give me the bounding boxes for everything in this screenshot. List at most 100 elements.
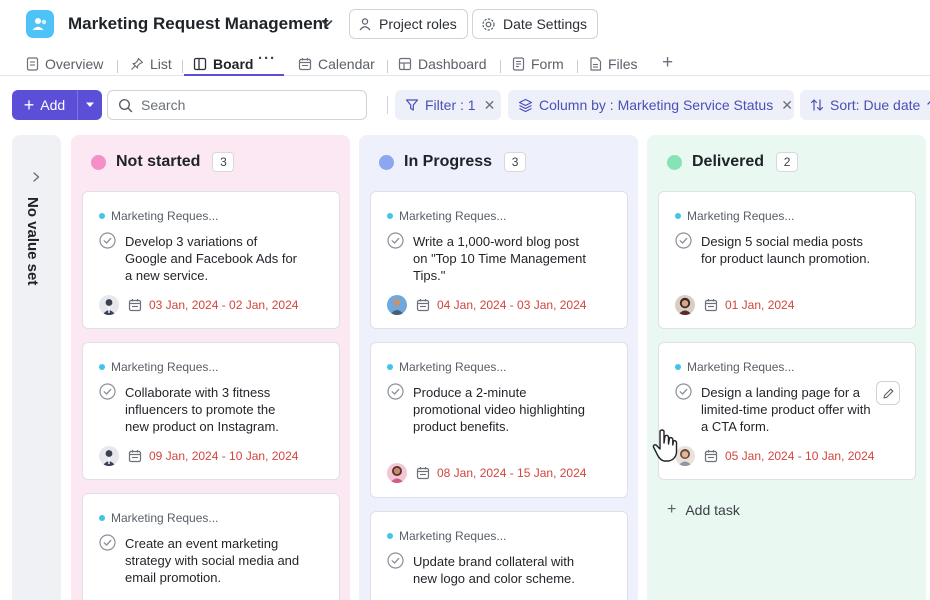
column-header: Delivered 2: [667, 152, 799, 172]
task-card[interactable]: Marketing Reques... Design 5 social medi…: [658, 191, 916, 329]
sort-chip[interactable]: Sort: Due date: [800, 90, 930, 120]
search-box[interactable]: [107, 90, 367, 120]
filter-chip[interactable]: Filter : 1 ✕: [395, 90, 501, 120]
date-settings-button[interactable]: Date Settings: [472, 9, 599, 39]
task-card[interactable]: Marketing Reques... Update brand collate…: [370, 511, 628, 600]
task-card[interactable]: Marketing Reques... Develop 3 variations…: [82, 191, 340, 329]
check-circle-icon[interactable]: [387, 232, 404, 249]
tab-overview[interactable]: Overview: [26, 51, 103, 76]
card-title: Design 5 social media posts for product …: [701, 234, 871, 266]
calendar-icon: [704, 449, 718, 463]
card-title: Produce a 2-minute promotional video hig…: [413, 385, 586, 434]
tab-board-label: Board: [213, 55, 254, 72]
project-roles-button[interactable]: Project roles: [349, 9, 468, 39]
card-project: Marketing Reques...: [387, 529, 506, 543]
card-due-date[interactable]: 08 Jan, 2024 - 15 Jan, 2024: [437, 466, 586, 480]
tab-form[interactable]: Form: [512, 51, 564, 76]
sort-chip-label: Sort: Due date: [830, 97, 921, 113]
column-count-badge: 3: [212, 152, 235, 172]
date-settings-label: Date Settings: [503, 16, 588, 32]
card-footer: 01 Jan, 2024: [675, 295, 794, 315]
add-view-plus-icon[interactable]: +: [662, 52, 673, 74]
add-task-label: Add task: [685, 502, 740, 518]
check-circle-icon[interactable]: [387, 552, 404, 569]
card-project: Marketing Reques...: [675, 209, 794, 223]
layers-icon: [518, 98, 533, 112]
task-card-hovered[interactable]: Marketing Reques... Design a landing pag…: [658, 342, 916, 480]
tab-files-label: Files: [608, 55, 638, 72]
avatar[interactable]: [675, 446, 695, 466]
column-by-chip[interactable]: Column by : Marketing Service Status ✕: [508, 90, 794, 120]
card-due-date[interactable]: 03 Jan, 2024 - 02 Jan, 2024: [149, 298, 298, 312]
tab-list[interactable]: List: [130, 51, 172, 76]
tab-files[interactable]: Files: [589, 51, 638, 76]
check-circle-icon[interactable]: [675, 232, 692, 249]
card-title: Develop 3 variations of Google and Faceb…: [125, 234, 298, 283]
card-project-label: Marketing Reques...: [399, 209, 507, 223]
card-title: Collaborate with 3 fitness influencers t…: [125, 385, 279, 434]
user-icon: [359, 18, 371, 31]
edit-card-button[interactable]: [876, 381, 900, 405]
dashboard-icon: [398, 57, 412, 70]
tab-dashboard[interactable]: Dashboard: [398, 51, 487, 76]
calendar-icon: [128, 298, 142, 312]
avatar[interactable]: [387, 463, 407, 483]
filter-icon: [405, 99, 419, 111]
card-due-date[interactable]: 05 Jan, 2024 - 10 Jan, 2024: [725, 449, 874, 463]
check-circle-icon[interactable]: [99, 534, 116, 551]
avatar[interactable]: [99, 295, 119, 315]
no-value-label: No value set: [24, 197, 41, 286]
avatar[interactable]: [675, 295, 695, 315]
add-task-button[interactable]: + Add task: [667, 501, 740, 519]
task-card[interactable]: Marketing Reques... Produce a 2-minute p…: [370, 342, 628, 498]
check-circle-icon[interactable]: [675, 383, 692, 400]
card-due-date[interactable]: 09 Jan, 2024 - 10 Jan, 2024: [149, 449, 298, 463]
project-title[interactable]: Marketing Request Management: [68, 14, 329, 34]
pencil-icon: [882, 388, 893, 399]
chevron-right-icon[interactable]: [30, 171, 42, 183]
chevron-down-icon[interactable]: [320, 16, 334, 30]
tab-more-icon[interactable]: ···: [258, 50, 276, 67]
tab-divider: [577, 60, 578, 73]
card-footer: 04 Jan, 2024 - 03 Jan, 2024: [387, 295, 586, 315]
app-icon[interactable]: [26, 10, 54, 38]
add-button[interactable]: + Add: [12, 90, 102, 120]
task-card[interactable]: Marketing Reques... Create an event mark…: [82, 493, 340, 600]
add-button-label: Add: [40, 97, 66, 113]
task-card[interactable]: Marketing Reques... Write a 1,000-word b…: [370, 191, 628, 329]
card-project-label: Marketing Reques...: [111, 511, 219, 525]
avatar[interactable]: [99, 446, 119, 466]
column-title: In Progress: [404, 153, 493, 170]
card-title: Write a 1,000-word blog post on "Top 10 …: [413, 234, 586, 283]
add-dropdown-button[interactable]: [77, 90, 102, 120]
calendar-icon: [704, 298, 718, 312]
caret-down-icon: [86, 102, 94, 107]
card-due-date[interactable]: 01 Jan, 2024: [725, 298, 794, 312]
task-card[interactable]: Marketing Reques... Collaborate with 3 f…: [82, 342, 340, 480]
column-not-started: Not started 3 Marketing Reques... Develo…: [71, 135, 350, 600]
tab-divider: [500, 60, 501, 73]
column-header: Not started 3: [91, 152, 235, 172]
search-icon: [118, 98, 133, 112]
close-icon[interactable]: ✕: [781, 97, 793, 114]
tab-calendar[interactable]: Calendar: [298, 51, 375, 76]
calendar-icon: [298, 57, 312, 71]
avatar[interactable]: [387, 295, 407, 315]
tab-overview-label: Overview: [45, 55, 104, 72]
card-project: Marketing Reques...: [99, 209, 218, 223]
close-icon[interactable]: ✕: [484, 97, 496, 114]
check-circle-icon[interactable]: [99, 232, 116, 249]
card-footer: 08 Jan, 2024 - 15 Jan, 2024: [387, 463, 586, 483]
check-circle-icon[interactable]: [387, 383, 404, 400]
card-project-label: Marketing Reques...: [687, 360, 795, 374]
check-circle-icon[interactable]: [99, 383, 116, 400]
tab-board[interactable]: Board: [193, 51, 253, 76]
toolbar-divider: [387, 96, 388, 114]
card-project: Marketing Reques...: [387, 209, 506, 223]
tab-list-label: List: [150, 55, 172, 72]
card-project: Marketing Reques...: [387, 360, 506, 374]
search-input[interactable]: [141, 97, 341, 113]
add-button-main[interactable]: + Add: [12, 90, 77, 120]
no-value-column[interactable]: No value set: [12, 135, 61, 600]
card-due-date[interactable]: 04 Jan, 2024 - 03 Jan, 2024: [437, 298, 586, 312]
